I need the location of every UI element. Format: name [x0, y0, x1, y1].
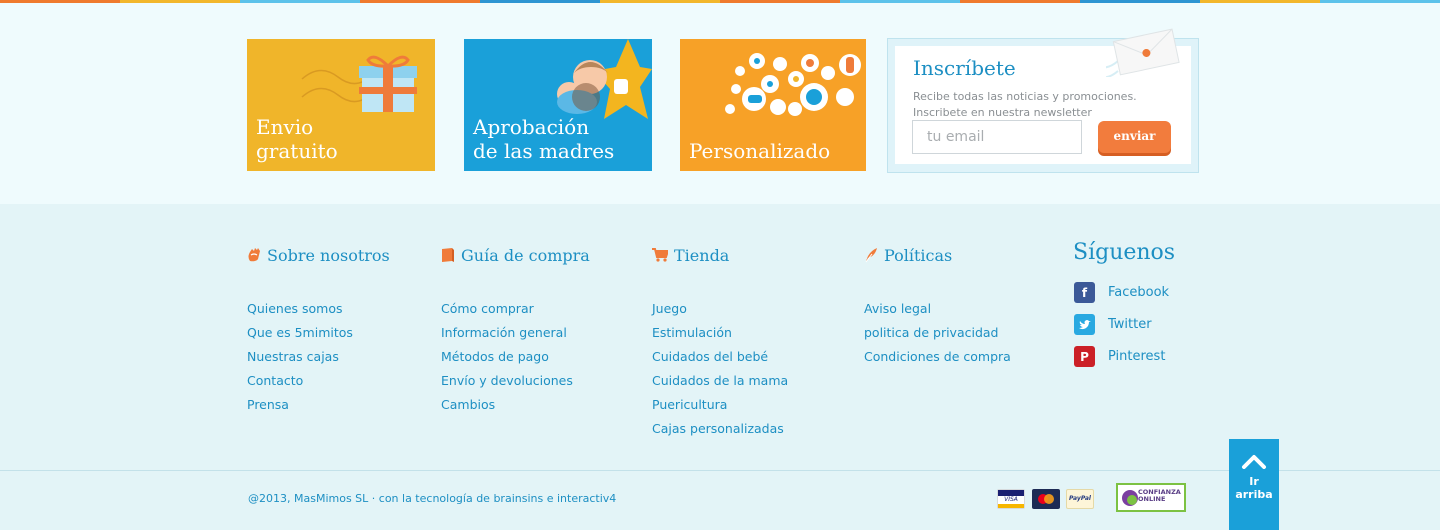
social-label: Pinterest: [1108, 349, 1166, 364]
newsletter-title: Inscríbete: [913, 56, 1016, 80]
back-to-top-label: Ir arriba: [1235, 475, 1273, 501]
social-label: Facebook: [1108, 285, 1170, 300]
column-title: Sobre nosotros: [267, 245, 390, 265]
footer-link[interactable]: Aviso legal: [864, 297, 1011, 321]
trust-seal-label: CONFIANZA ONLINE: [1138, 488, 1181, 503]
footer-column-policies: Políticas Aviso legal politica de privac…: [864, 244, 1011, 369]
footer-link[interactable]: Cajas personalizadas: [652, 417, 788, 441]
footer-link[interactable]: Estimulación: [652, 321, 788, 345]
footer-link[interactable]: Juego: [652, 297, 788, 321]
footer-column-about: Sobre nosotros Quienes somos Que es 5mim…: [247, 244, 390, 417]
envelope-icon: [1106, 28, 1180, 77]
chevron-up-icon: [1242, 455, 1266, 469]
footer-link[interactable]: Cuidados del bebé: [652, 345, 788, 369]
promo-strip: Envio gratuito Aprobación de las madres: [0, 3, 1440, 204]
social-link-pinterest[interactable]: P Pinterest: [1074, 346, 1165, 367]
footer-link[interactable]: Información general: [441, 321, 590, 345]
visa-icon: VISA: [997, 489, 1025, 509]
book-icon: [442, 248, 454, 262]
email-field[interactable]: tu email: [912, 120, 1082, 154]
column-title: Políticas: [884, 245, 953, 265]
promo-label: Aprobación de las madres: [473, 115, 615, 163]
column-title: Guía de compra: [461, 245, 590, 265]
cart-icon: [652, 248, 668, 262]
social-title: Síguenos: [1073, 240, 1176, 265]
twitter-icon: [1074, 314, 1095, 335]
footer-link[interactable]: Métodos de pago: [441, 345, 590, 369]
social-label: Twitter: [1108, 317, 1152, 332]
footer-link[interactable]: Cómo comprar: [441, 297, 590, 321]
paypal-icon: PayPal: [1066, 489, 1094, 509]
social-link-facebook[interactable]: f Facebook: [1074, 282, 1169, 303]
social-link-twitter[interactable]: Twitter: [1074, 314, 1152, 335]
mastercard-icon: [1032, 489, 1060, 509]
footer-link[interactable]: Quienes somos: [247, 297, 390, 321]
promo-label: Personalizado: [689, 139, 831, 163]
footer-link[interactable]: Condiciones de compra: [864, 345, 1011, 369]
facebook-icon: f: [1074, 282, 1095, 303]
footer-link[interactable]: Que es 5mimitos: [247, 321, 390, 345]
footer-column-guide: Guía de compra Cómo comprar Información …: [441, 244, 590, 417]
footer-link[interactable]: Puericultura: [652, 393, 788, 417]
footer-link[interactable]: politica de privacidad: [864, 321, 1011, 345]
quill-icon: [865, 248, 877, 263]
footer-link[interactable]: Cuidados de la mama: [652, 369, 788, 393]
promo-personalized[interactable]: Personalizado: [680, 39, 866, 171]
trust-seal[interactable]: CONFIANZA ONLINE: [1116, 483, 1186, 512]
footer-link[interactable]: Prensa: [247, 393, 390, 417]
pinterest-icon: P: [1074, 346, 1095, 367]
promo-label: Envio gratuito: [256, 115, 338, 163]
hand-icon: [248, 248, 260, 262]
newsletter-description: Recibe todas las noticias y promociones.…: [913, 90, 1137, 119]
footer-link[interactable]: Nuestras cajas: [247, 345, 390, 369]
column-title: Tienda: [674, 245, 730, 265]
footer-column-shop: Tienda Juego Estimulación Cuidados del b…: [652, 244, 788, 441]
footer-divider: [0, 470, 1440, 471]
copyright-text: @2013, MasMimos SL · con la tecnología d…: [248, 492, 617, 505]
footer-link[interactable]: Contacto: [247, 369, 390, 393]
footer-link[interactable]: Envío y devoluciones: [441, 369, 590, 393]
promo-free-shipping[interactable]: Envio gratuito: [247, 39, 435, 171]
back-to-top-button[interactable]: Ir arriba: [1229, 439, 1279, 530]
footer-link[interactable]: Cambios: [441, 393, 590, 417]
subscribe-button[interactable]: enviar: [1098, 121, 1171, 153]
promo-mothers-approval[interactable]: Aprobación de las madres: [464, 39, 652, 171]
